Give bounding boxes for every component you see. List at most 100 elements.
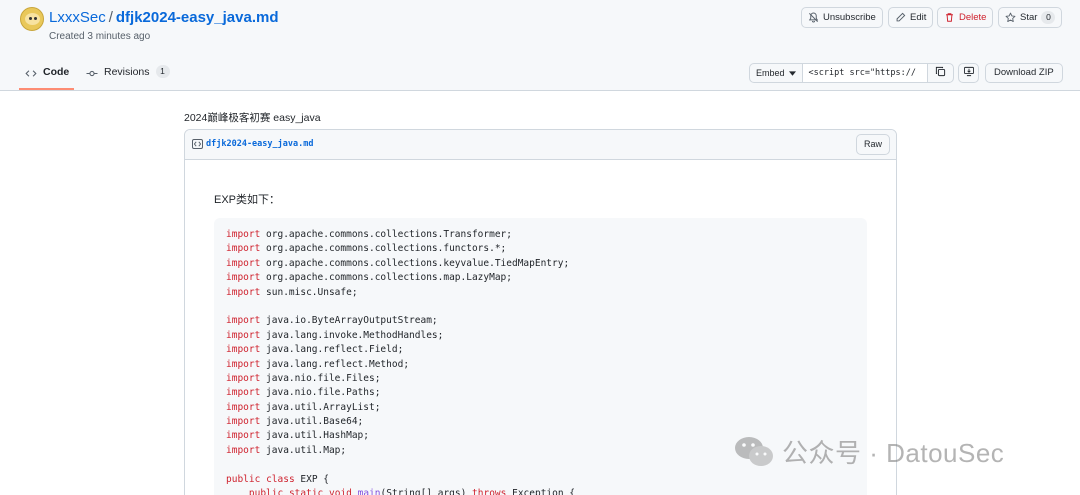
- code-line: import org.apache.commons.collections.ma…: [226, 271, 855, 285]
- markdown-paragraph: EXP类如下：: [214, 194, 281, 206]
- gist-title: LxxxSec / dfjk2024-easy_java.md: [49, 8, 278, 28]
- file-code-icon: [192, 139, 203, 149]
- file-header: dfjk2024-easy_java.md Raw: [185, 130, 896, 160]
- unsubscribe-button[interactable]: Unsubscribe: [801, 7, 883, 28]
- code-keyword: public: [226, 473, 261, 485]
- edit-label: Edit: [910, 12, 927, 23]
- trash-icon: [944, 12, 955, 23]
- code-token: java.nio.file.Files;: [260, 372, 381, 384]
- code-line: import org.apache.commons.collections.Tr…: [226, 228, 855, 242]
- watermark-text: 公众号 · DatouSec: [782, 438, 1005, 468]
- tab-code[interactable]: Code: [19, 62, 74, 90]
- star-button[interactable]: Star 0: [998, 7, 1063, 28]
- copy-icon: [935, 64, 946, 82]
- delete-label: Delete: [959, 12, 987, 23]
- code-line: public static void main(String[] args) t…: [226, 487, 855, 495]
- delete-button[interactable]: Delete: [937, 7, 994, 28]
- gist-description: 2024巅峰极客初赛 easy_java: [184, 112, 321, 124]
- code-line: import java.nio.file.Paths;: [226, 386, 855, 400]
- code-token: java.nio.file.Paths;: [260, 387, 381, 399]
- code-keyword: static: [288, 488, 324, 495]
- code-line: import java.io.ByteArrayOutputStream;: [226, 314, 855, 328]
- code-line: import org.apache.commons.collections.ke…: [226, 257, 855, 271]
- edit-button[interactable]: Edit: [888, 7, 934, 28]
- code-token: java.lang.invoke.MethodHandles;: [260, 329, 444, 341]
- download-zip-button[interactable]: Download ZIP: [985, 63, 1063, 83]
- created-timestamp: Created 3 minutes ago: [49, 31, 151, 42]
- code-token: java.util.Map;: [260, 444, 347, 456]
- code-token: org.apache.commons.collections.keyvalue.…: [260, 257, 570, 269]
- tab-revisions[interactable]: Revisions 1: [86, 62, 170, 90]
- tab-code-label: Code: [43, 66, 70, 78]
- code-line: import java.nio.file.Files;: [226, 372, 855, 386]
- code-token: java.util.HashMap;: [260, 430, 369, 442]
- code-keyword: import: [226, 387, 261, 399]
- code-token: java.lang.reflect.Field;: [260, 344, 404, 356]
- watermark: 公众号 · DatouSec: [734, 433, 1004, 470]
- wechat-icon: [734, 434, 774, 470]
- embed-group: Embed <script src="https://: [749, 63, 954, 83]
- file-name-link[interactable]: dfjk2024-easy_java.md: [206, 139, 313, 149]
- code-token: java.lang.reflect.Method;: [260, 358, 410, 370]
- code-token: (String[] args): [380, 488, 473, 495]
- revisions-count: 1: [155, 65, 170, 78]
- star-icon: [1005, 12, 1016, 23]
- code-keyword: import: [226, 401, 261, 413]
- code-keyword: import: [226, 272, 261, 284]
- git-commit-icon: [86, 66, 98, 86]
- embed-url-input[interactable]: <script src="https://: [802, 64, 928, 82]
- code-icon: [25, 66, 37, 86]
- code-keyword: throws: [472, 488, 507, 495]
- avatar[interactable]: [20, 7, 44, 31]
- code-keyword: import: [226, 286, 261, 298]
- code-line: import java.util.Base64;: [226, 415, 855, 429]
- bell-slash-icon: [808, 12, 819, 23]
- title-separator: /: [108, 9, 113, 26]
- pencil-icon: [895, 12, 906, 23]
- code-token: java.io.ByteArrayOutputStream;: [260, 315, 438, 327]
- chevron-down-icon: [788, 64, 796, 82]
- copy-embed-button[interactable]: [928, 64, 953, 82]
- code-keyword: public: [248, 488, 284, 495]
- code-line: import java.lang.reflect.Method;: [226, 358, 855, 372]
- star-label: Star: [1020, 12, 1038, 23]
- desktop-download-icon: [963, 64, 975, 82]
- code-line: import java.util.ArrayList;: [226, 401, 855, 415]
- code-line: import sun.misc.Unsafe;: [226, 286, 855, 300]
- code-token: org.apache.commons.collections.map.LazyM…: [260, 272, 512, 284]
- code-keyword: import: [226, 416, 261, 428]
- gist-header: LxxxSec / dfjk2024-easy_java.md Created 3 …: [0, 0, 1080, 91]
- code-line: public class EXP {: [226, 473, 855, 487]
- code-token: EXP {: [294, 473, 329, 485]
- owner-link[interactable]: LxxxSec: [49, 9, 106, 26]
- code-line: import org.apache.commons.collections.fu…: [226, 242, 855, 256]
- tab-revisions-label: Revisions: [104, 66, 150, 78]
- code-keyword: import: [226, 243, 261, 255]
- code-keyword: import: [226, 430, 261, 442]
- code-token: org.apache.commons.collections.Transform…: [260, 229, 512, 240]
- code-line: import java.lang.invoke.MethodHandles;: [226, 329, 855, 343]
- code-keyword: import: [226, 229, 261, 240]
- code-line: import java.lang.reflect.Field;: [226, 343, 855, 357]
- code-token: java.util.Base64;: [260, 416, 364, 428]
- embed-select[interactable]: Embed: [750, 64, 803, 82]
- code-function: main: [357, 488, 381, 495]
- code-keyword: import: [226, 358, 261, 370]
- code-keyword: import: [226, 444, 261, 456]
- code-token: Exception {: [506, 488, 576, 495]
- code-keyword: import: [226, 372, 261, 384]
- open-desktop-button[interactable]: [958, 63, 979, 83]
- embed-select-label: Embed: [756, 68, 785, 78]
- raw-button[interactable]: Raw: [855, 134, 890, 155]
- gist-filename-link[interactable]: dfjk2024-easy_java.md: [116, 9, 279, 26]
- code-token: sun.misc.Unsafe;: [260, 286, 358, 298]
- unsubscribe-label: Unsubscribe: [823, 12, 876, 23]
- code-keyword: import: [226, 329, 261, 341]
- code-token: org.apache.commons.collections.functors.…: [260, 243, 507, 255]
- code-keyword: void: [329, 488, 352, 495]
- code-keyword: import: [226, 257, 261, 269]
- download-zip-label: Download ZIP: [994, 67, 1054, 78]
- code-token: java.util.ArrayList;: [260, 401, 381, 413]
- code-keyword: class: [266, 473, 295, 485]
